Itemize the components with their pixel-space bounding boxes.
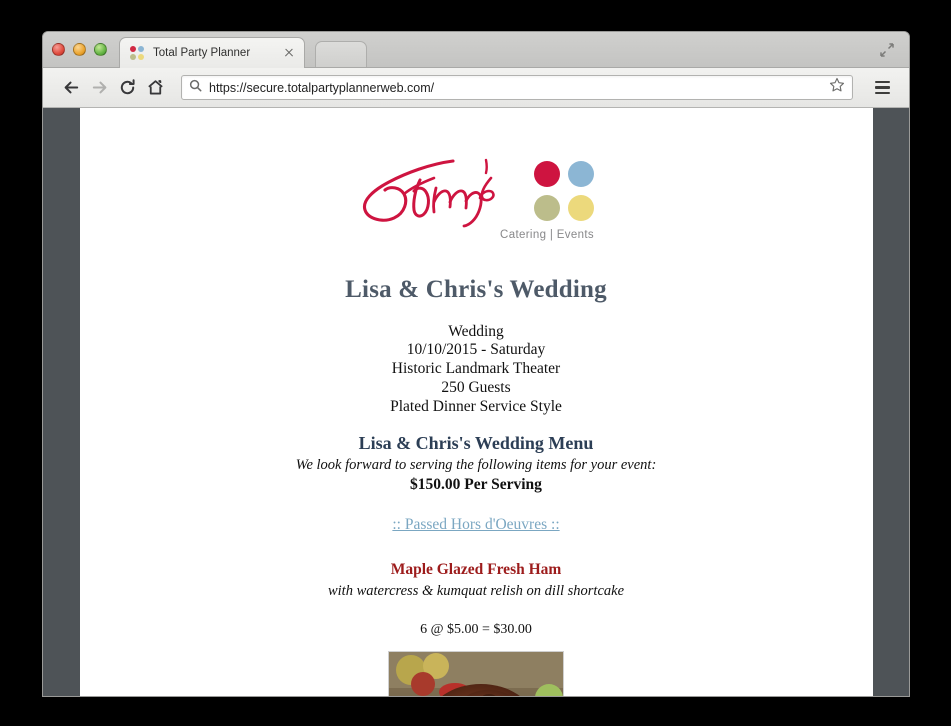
event-detail-venue: Historic Landmark Theater — [391, 360, 561, 378]
browser-toolbar: https://secure.totalpartyplannerweb.com/ — [43, 68, 909, 108]
menu-price-per-serving: $150.00 Per Serving — [410, 475, 542, 493]
four-dots-favicon — [130, 46, 144, 60]
event-detail-type: Wedding — [448, 322, 504, 340]
window-minimize-button[interactable] — [73, 43, 86, 56]
logo-dot-blue — [568, 161, 594, 187]
address-bar[interactable]: https://secure.totalpartyplannerweb.com/ — [181, 75, 853, 100]
search-icon — [189, 79, 202, 97]
menu-title: Lisa & Chris's Wedding Menu — [358, 432, 594, 453]
tab-total-party-planner[interactable]: Total Party Planner — [119, 37, 305, 68]
window-maximize-button[interactable] — [94, 43, 107, 56]
logo-dots — [534, 161, 594, 221]
url-text: https://secure.totalpartyplannerweb.com/ — [209, 80, 435, 95]
event-detail-service: Plated Dinner Service Style — [390, 398, 562, 416]
logo-dot-red — [534, 161, 560, 187]
johnnys-wordmark-icon — [362, 158, 495, 228]
page-title: Lisa & Chris's Wedding — [345, 276, 607, 303]
back-arrow-icon[interactable] — [57, 74, 85, 102]
home-icon[interactable] — [141, 74, 169, 102]
logo-tagline: Catering | Events — [500, 229, 594, 241]
course-heading-passed-hors-doeuvres[interactable]: :: Passed Hors d'Oeuvres :: — [120, 516, 833, 534]
close-icon[interactable] — [282, 46, 296, 60]
logo-dot-yellow — [568, 195, 594, 221]
window-close-button[interactable] — [52, 43, 65, 56]
new-tab-button[interactable] — [315, 41, 367, 67]
logo-dot-olive — [534, 195, 560, 221]
tab-title: Total Party Planner — [153, 47, 251, 59]
tab-strip: Total Party Planner — [43, 32, 909, 68]
menu-item-description: with watercress & kumquat relish on dill… — [327, 582, 625, 599]
expand-window-icon[interactable] — [879, 42, 895, 58]
menu-item-quantity-price: 6 @ $5.00 = $30.00 — [420, 621, 532, 637]
reload-icon[interactable] — [113, 74, 141, 102]
browser-window: Total Party Planner https://secure.total… — [42, 31, 910, 697]
hamburger-menu-icon[interactable] — [869, 75, 895, 101]
window-traffic-lights — [52, 43, 107, 56]
menu-item-photo-wrapper — [120, 650, 833, 696]
menu-item-name: Maple Glazed Fresh Ham — [390, 560, 562, 578]
browser-viewport: Catering | Events Lisa & Chris's Wedding… — [43, 108, 909, 696]
glazed-ham-photo — [388, 650, 564, 696]
web-page-content: Catering | Events Lisa & Chris's Wedding… — [79, 108, 873, 696]
event-detail-guests: 250 Guests — [441, 379, 511, 397]
star-icon[interactable] — [829, 77, 845, 98]
menu-intro: We look forward to serving the following… — [295, 456, 657, 473]
forward-arrow-icon — [85, 74, 113, 102]
event-details: Wedding 10/10/2015 - Saturday Historic L… — [120, 322, 833, 417]
event-detail-date: 10/10/2015 - Saturday — [406, 341, 546, 359]
johnnys-logo: Catering | Events — [120, 156, 833, 242]
